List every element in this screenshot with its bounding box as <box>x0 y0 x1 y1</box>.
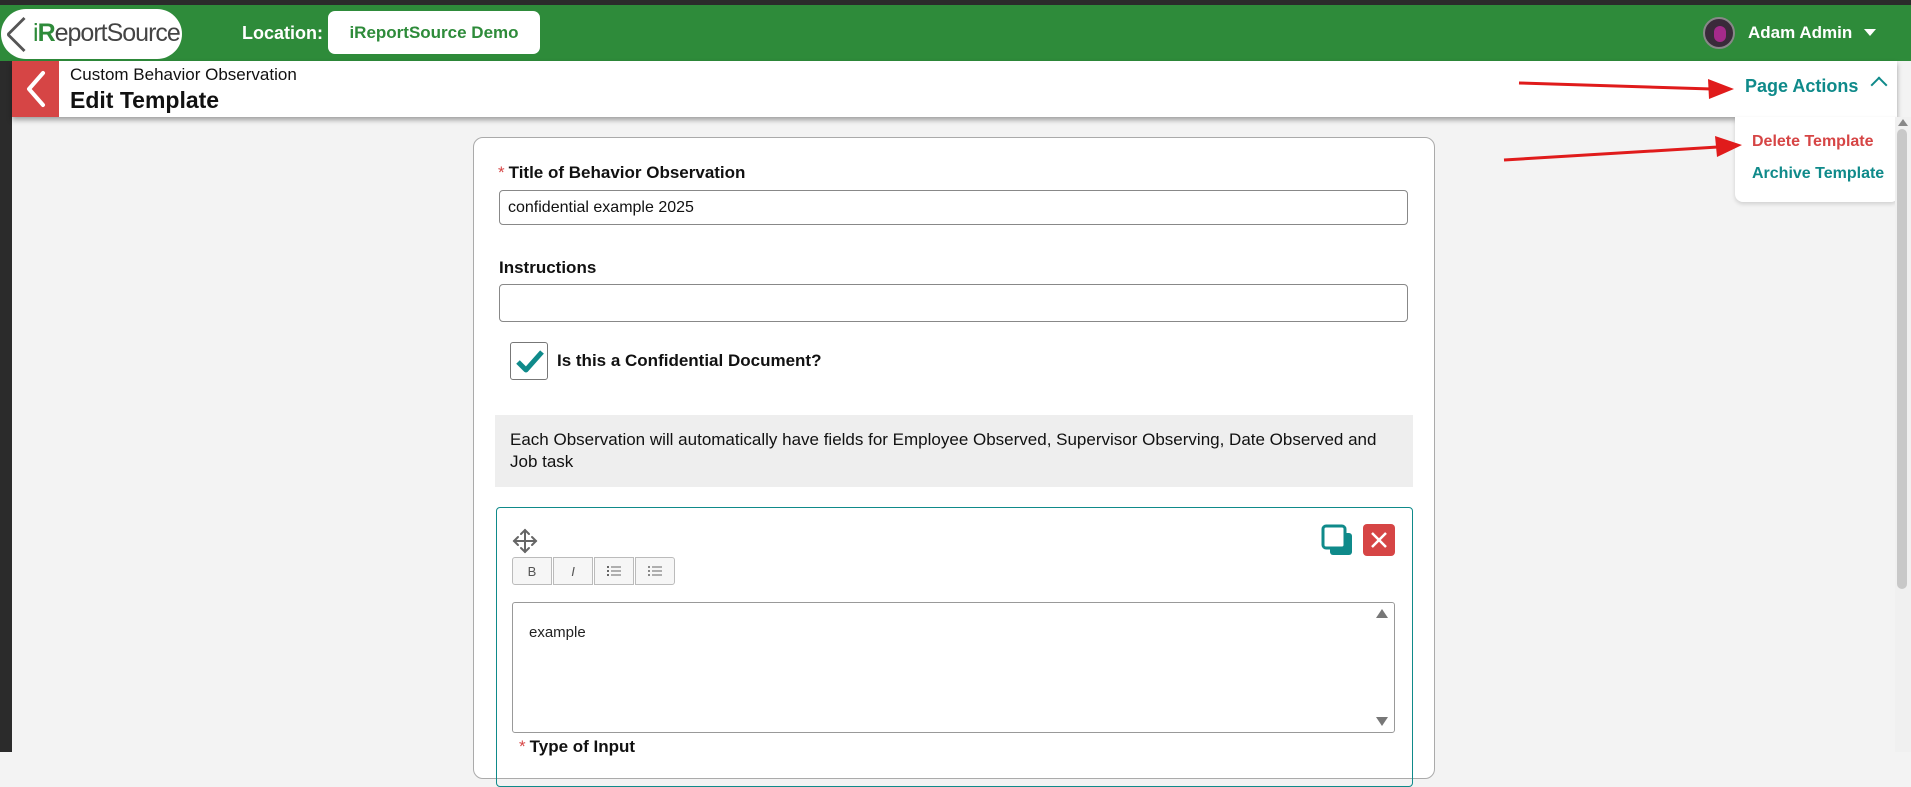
unordered-list-icon <box>648 566 662 576</box>
chevron-up-icon[interactable] <box>1870 76 1888 94</box>
textarea-scroll-up-icon[interactable] <box>1376 609 1388 618</box>
archive-template-menu-item[interactable]: Archive Template <box>1752 165 1884 183</box>
page-actions-button[interactable]: Page Actions <box>1745 76 1858 97</box>
title-input[interactable]: confidential example 2025 <box>499 190 1408 225</box>
app-logo[interactable]: iReportSource <box>1 9 182 59</box>
textarea-content: example <box>529 624 586 641</box>
custom-field-editor: B I example * Type of Input <box>496 507 1413 787</box>
remove-field-button[interactable] <box>1363 524 1395 556</box>
move-icon[interactable] <box>512 528 538 554</box>
confidential-label: Is this a Confidential Document? <box>557 351 822 370</box>
duplicate-icon[interactable] <box>1321 524 1355 558</box>
scroll-up-icon[interactable] <box>1898 119 1908 126</box>
template-form-card: * Title of Behavior Observation confident… <box>473 137 1435 787</box>
annotation-arrow-delete-template <box>1503 136 1742 162</box>
unordered-list-button[interactable] <box>635 557 675 585</box>
delete-template-menu-item[interactable]: Delete Template <box>1752 133 1874 151</box>
page-title: Edit Template <box>70 87 220 113</box>
italic-button[interactable]: I <box>553 557 593 585</box>
info-notice: Each Observation will automatically have… <box>495 415 1413 487</box>
page-subtitle: Custom Behavior Observation <box>70 65 297 84</box>
checkmark-icon <box>516 350 544 373</box>
ordered-list-icon <box>607 566 621 576</box>
close-icon <box>1371 532 1387 548</box>
rich-text-toolbar: B I <box>512 557 676 585</box>
location-label: Location: <box>242 23 323 43</box>
page-header: Custom Behavior Observation Edit Templat… <box>12 61 1897 117</box>
user-name[interactable]: Adam Admin <box>1748 23 1852 43</box>
textarea-scroll-down-icon[interactable] <box>1376 717 1388 726</box>
required-marker: * <box>498 163 505 182</box>
logo-text: iReportSource <box>33 19 181 47</box>
user-menu-caret-icon[interactable] <box>1864 29 1876 36</box>
left-window-edge <box>0 61 12 752</box>
top-navbar: iReportSource Location: iReportSource De… <box>0 5 1911 61</box>
scrollbar-thumb[interactable] <box>1897 129 1907 589</box>
bold-button[interactable]: B <box>512 557 552 585</box>
type-of-input-label: * Type of Input <box>519 737 636 756</box>
confidential-checkbox[interactable] <box>510 342 548 380</box>
user-avatar[interactable] <box>1703 17 1735 49</box>
location-selector[interactable]: iReportSource Demo <box>328 11 540 54</box>
chevron-left-icon <box>26 71 45 107</box>
page-scrollbar[interactable] <box>1895 117 1911 752</box>
page-actions-menu: Delete Template Archive Template <box>1735 117 1899 202</box>
back-button[interactable] <box>12 61 59 117</box>
instructions-input[interactable] <box>499 284 1408 322</box>
instructions-label: Instructions <box>499 258 597 277</box>
title-field-label: * Title of Behavior Observation <box>498 163 746 182</box>
field-question-textarea[interactable]: example <box>512 602 1395 733</box>
ordered-list-button[interactable] <box>594 557 634 585</box>
